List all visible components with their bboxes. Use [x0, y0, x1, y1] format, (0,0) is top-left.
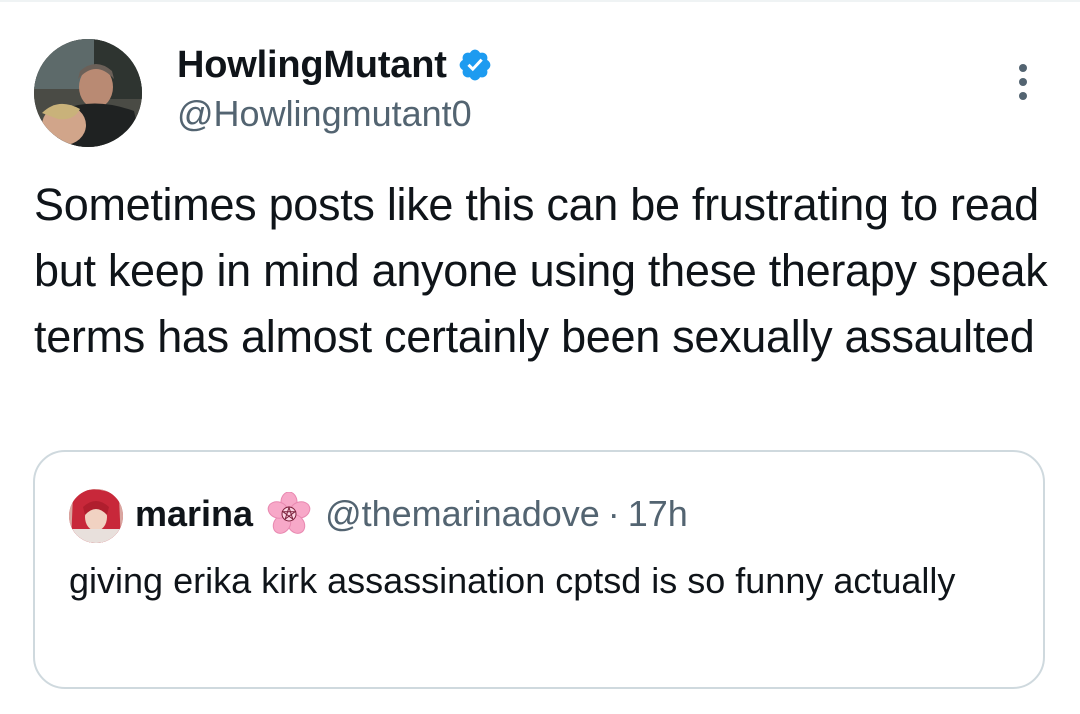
author-display-name[interactable]: HowlingMutant	[177, 42, 447, 88]
author-name-row: HowlingMutant	[177, 42, 493, 88]
quote-author-name: marina	[135, 493, 254, 534]
quote-header: marina @themarinadove · 17h	[135, 490, 688, 538]
dot	[1019, 64, 1027, 72]
quote-timestamp: 17h	[627, 493, 688, 534]
tweet-text: Sometimes posts like this can be frustra…	[34, 179, 1048, 362]
verified-badge-icon	[457, 47, 493, 83]
top-divider	[0, 0, 1080, 2]
quoted-tweet[interactable]: marina @themarinadove · 17h giving erika…	[33, 450, 1045, 689]
quote-author-avatar	[69, 489, 123, 543]
separator-dot: ·	[607, 493, 620, 534]
author-avatar[interactable]	[34, 39, 142, 147]
quote-author-handle: @themarinadove	[325, 493, 600, 534]
cherry-blossom-pentagram-icon	[267, 491, 311, 536]
dot	[1019, 92, 1027, 100]
quote-text: giving erika kirk assassination cptsd is…	[69, 560, 956, 601]
more-dots-icon[interactable]	[1008, 60, 1038, 104]
author-handle[interactable]: @Howlingmutant0	[177, 92, 472, 136]
dot	[1019, 78, 1027, 86]
